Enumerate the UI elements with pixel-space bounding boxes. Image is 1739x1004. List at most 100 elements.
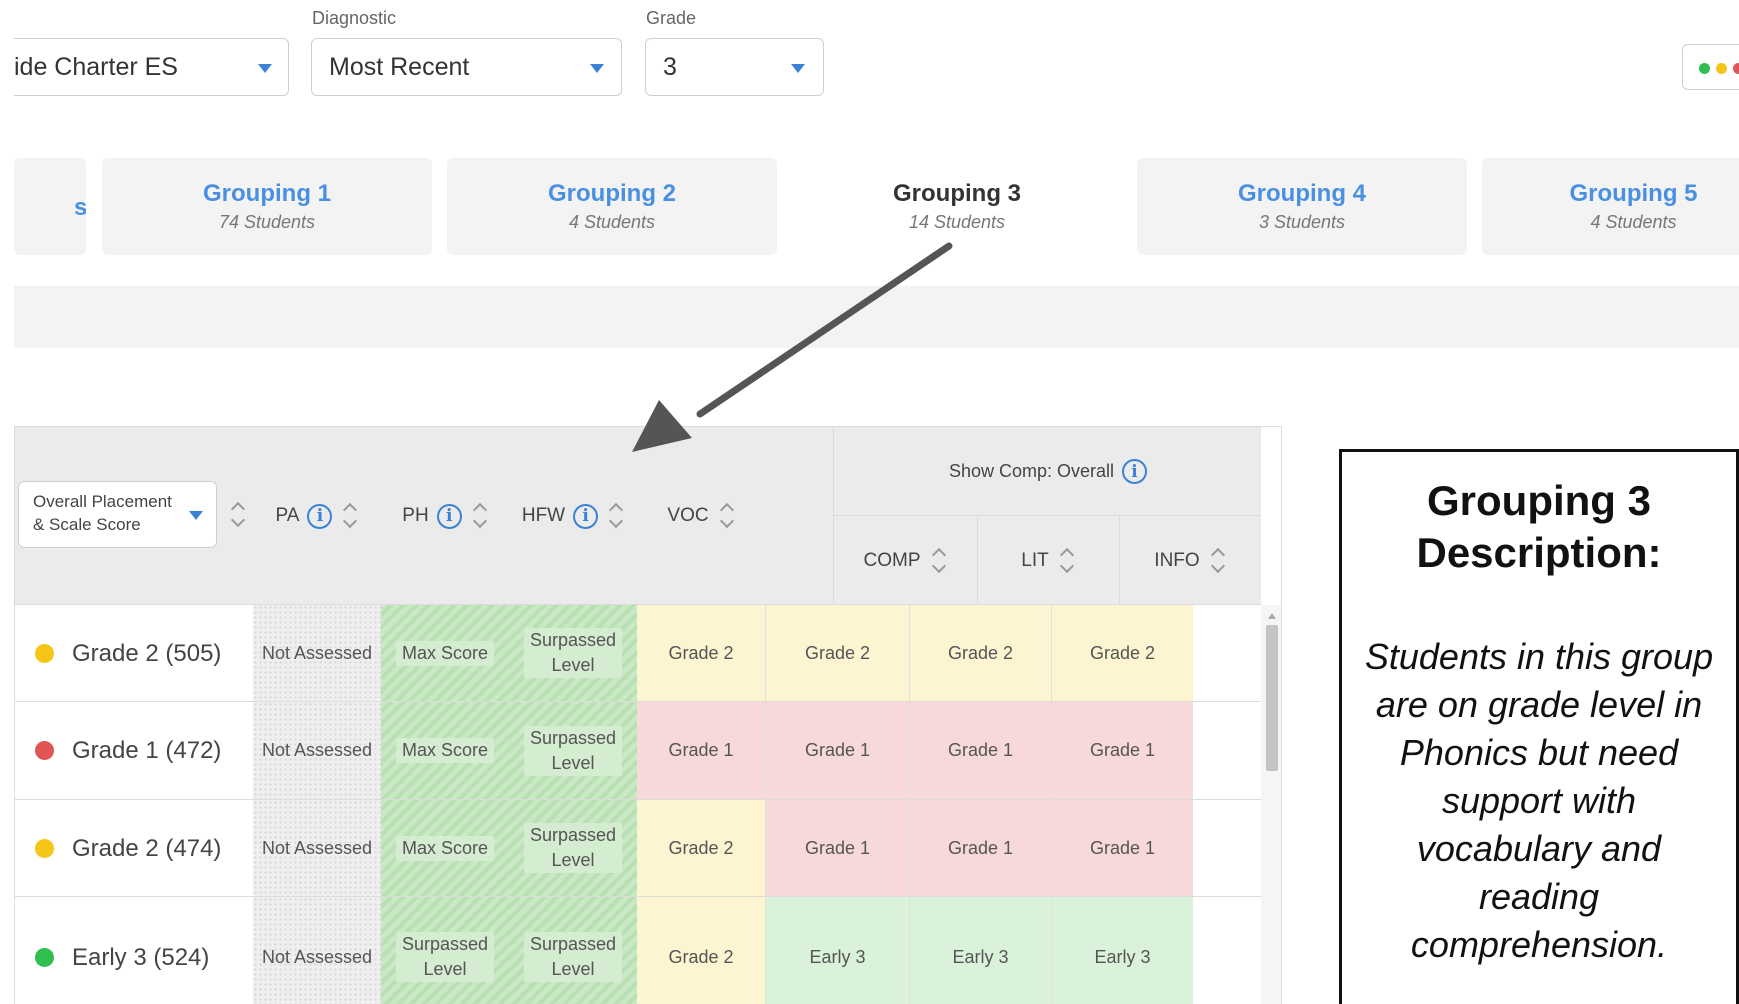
col-header-comp: COMP [833,516,977,605]
info-cell: Grade 1 [1051,800,1193,896]
tab-student-count: 4 Students [568,212,656,232]
school-select[interactable]: ide Charter ES [14,38,289,96]
color-legend-button[interactable] [1682,44,1739,90]
tab-grouping-4[interactable]: Grouping 4 3 Students [1137,158,1467,255]
status-dot [35,643,54,663]
sort-placement-icon[interactable] [230,500,246,530]
ph-line2: Level [423,959,467,979]
tab-student-count: 74 Students [218,212,316,232]
info-icon[interactable]: i [307,503,333,529]
hfw-line2: Level [551,752,595,773]
placement-sort-select[interactable]: Overall Placement & Scale Score [18,481,217,548]
scroll-up-icon[interactable] [1268,613,1276,619]
hfw-line1: Surpassed [529,934,617,954]
comp-cell: Grade 1 [765,800,909,896]
ph-value: Max Score [395,835,495,861]
table-row[interactable]: Early 3 (524) Not Assessed Surpassed Leve… [15,897,1261,1004]
col-label: VOC [667,505,709,526]
sort-icon[interactable] [1210,546,1226,576]
comp-cell: Grade 2 [765,605,909,701]
col-header-lit: LIT [977,516,1119,605]
scroll-thumb[interactable] [1266,625,1278,771]
chevron-down-icon [189,511,203,520]
col-header-hfw: HFW i [509,427,637,605]
info-cell: Grade 1 [1051,702,1193,799]
table-row[interactable]: Grade 1 (472) Not Assessed Max Score Sur… [15,702,1261,800]
sort-icon[interactable] [719,501,735,531]
pa-cell: Not Assessed [253,605,381,701]
hfw-cell: Surpassed Level [509,800,637,896]
placement-select-line2: & Scale Score [33,515,141,534]
info-icon[interactable]: i [436,503,462,529]
sort-icon[interactable] [931,546,947,576]
tab-all-students[interactable]: s [14,158,86,255]
ph-line1: Surpassed [401,934,489,954]
status-dot [35,947,54,967]
tab-title: Grouping 2 [548,180,676,207]
school-select-value: ide Charter ES [14,52,178,81]
col-header-info: INFO [1119,516,1261,605]
chevron-down-icon [791,64,805,73]
col-label: PA [275,505,300,526]
description-title-line1: Grouping 3 [1427,477,1651,524]
pa-cell: Not Assessed [253,897,381,1004]
ph-cell: Max Score [381,800,509,896]
ph-value: Surpassed Level [395,932,495,982]
col-label: HFW [521,505,566,526]
tab-title: Grouping 1 [203,180,331,207]
tab-all-students-label: s [74,194,86,221]
tab-student-count: 4 Students [1590,212,1677,232]
hfw-line1: Surpassed [529,825,617,845]
placement-value: Grade 1 (472) [72,737,222,764]
table-header: Overall Placement & Scale Score PA i PH … [15,427,1261,605]
ph-cell: Max Score [381,702,509,799]
sort-icon[interactable] [342,501,358,531]
placement-value: Grade 2 (505) [72,639,222,667]
sort-icon[interactable] [1059,546,1075,576]
placement-value: Early 3 (524) [72,943,210,971]
lit-cell: Grade 1 [909,702,1051,799]
tab-grouping-5[interactable]: Grouping 5 4 Students [1482,158,1739,255]
lit-cell: Early 3 [909,897,1051,1004]
info-icon[interactable]: i [573,503,599,529]
ph-value: Max Score [395,640,495,666]
col-label: PH [402,505,429,526]
hfw-line1: Surpassed [529,630,617,650]
comp-cell: Early 3 [765,897,909,1004]
col-header-voc: VOC [637,427,765,605]
col-label: COMP [863,549,921,571]
placement-value: Grade 2 (474) [72,834,222,862]
info-cell: Grade 2 [1051,605,1193,701]
lit-cell: Grade 2 [909,605,1051,701]
legend-dot-green [1699,63,1710,74]
voc-cell: Grade 1 [637,702,765,799]
student-table: Overall Placement & Scale Score PA i PH … [14,426,1282,1004]
grade-select[interactable]: 3 [645,38,824,96]
info-icon[interactable]: i [1122,459,1148,484]
tab-grouping-2[interactable]: Grouping 2 4 Students [447,158,777,255]
sort-icon[interactable] [472,501,488,531]
col-header-pa: PA i [253,427,381,605]
tab-grouping-1[interactable]: Grouping 1 74 Students [102,158,432,255]
grade-label: Grade [646,8,697,28]
diagnostic-select-value: Most Recent [329,52,470,81]
grouping-description-box: Grouping 3 Description: Students in this… [1339,449,1739,1004]
hfw-line2: Level [551,959,595,979]
comp-group-label: Show Comp: Overall [948,461,1115,481]
tab-title: Grouping 3 [893,180,1021,207]
grade-select-value: 3 [663,52,677,81]
pa-cell: Not Assessed [253,800,381,896]
ph-value: Max Score [395,738,495,763]
chevron-down-icon [258,64,272,73]
hfw-line2: Level [551,850,595,870]
hfw-value: Surpassed Level [523,725,623,776]
tab-title: Grouping 5 [1569,180,1698,207]
diagnostic-select[interactable]: Most Recent [311,38,622,96]
tab-grouping-3[interactable]: Grouping 3 14 Students [792,158,1122,255]
sort-icon[interactable] [608,501,624,531]
table-scrollbar[interactable] [1261,605,1281,1004]
table-row[interactable]: Grade 2 (474) Not Assessed Max Score Sur… [15,800,1261,897]
status-dot [35,741,54,760]
table-row[interactable]: Grade 2 (505) Not Assessed Max Score Sur… [15,605,1261,702]
hfw-cell: Surpassed Level [509,702,637,799]
